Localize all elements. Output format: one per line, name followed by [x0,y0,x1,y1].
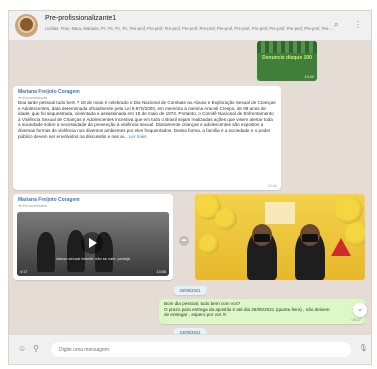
group-avatar[interactable] [15,14,38,37]
outgoing-message[interactable]: Bom dia pessoal, tudo bem com vcs? O pra… [159,299,365,324]
face-mask [254,234,270,242]
forwarded-label: ➦ Encaminhada [18,203,168,208]
read-more-link[interactable]: Ler mais [129,134,147,139]
message-line-2: O prazo para entrega da apostila é até d… [164,306,330,318]
image-pattern [257,41,317,53]
message-time: 10:40 [304,75,314,79]
group-members: Liorilas, Fran, Mara, Mariana, Pc, Pc, P… [45,26,335,31]
photo-thumbnail[interactable] [195,194,365,280]
attach-icon[interactable]: ⚲ [33,344,39,353]
warning-sign [331,238,351,256]
message-time: 12:44 [267,184,277,188]
forwarded-text: Encaminhada [22,203,47,208]
incoming-message[interactable]: Mariana Freijoto Coragem ➦ Encaminhada B… [13,86,281,190]
menu-icon[interactable]: ⋮ [354,20,362,29]
date-separator: 20/05/2021 [173,286,207,295]
message-body: Boa tarde pessoal tudo bem ? 18 de maio … [18,100,276,139]
play-icon [89,238,97,248]
person-figure [37,232,55,272]
poster-board [265,202,295,224]
mic-icon[interactable]: 🎙 [359,344,368,352]
video-caption: Abuso sexual infantil: não se cale, prot… [56,256,130,261]
message-time: 08:47 [351,318,361,322]
group-name[interactable]: Pre-profissionalizante1 [45,15,116,22]
forward-icon[interactable]: ➦ [179,236,189,246]
message-text: Boa tarde pessoal tudo bem ? 18 de maio … [18,100,276,139]
balloon [215,208,237,230]
chat-header[interactable]: Pre-profissionalizante1 Liorilas, Fran, … [9,11,371,41]
whatsapp-window: Pre-profissionalizante1 Liorilas, Fran, … [8,10,372,365]
incoming-video-message[interactable]: Mariana Freijoto Coragem ➦ Encaminhada A… [13,194,173,280]
search-icon[interactable]: ⌕ [334,20,338,30]
face-mask [302,234,318,242]
compose-bar: ☺ ⚲ 🎙 [9,334,371,364]
message-time: 13:05 [156,270,166,274]
top-image[interactable]: Denuncie disque 100 10:40 [257,41,317,81]
video-thumbnail[interactable]: Abuso sexual infantil: não se cale, prot… [17,212,169,276]
balloon [335,196,363,224]
message-input[interactable] [51,342,351,357]
emoji-icon[interactable]: ☺ [18,344,26,353]
image-caption: Denuncie disque 100 [262,55,312,61]
chat-background: Denuncie disque 100 10:40 Mariana Freijo… [9,41,371,337]
balloon [199,234,219,254]
video-duration: 4:17 [20,270,28,274]
scroll-down-button[interactable]: ⌄ [353,303,367,317]
